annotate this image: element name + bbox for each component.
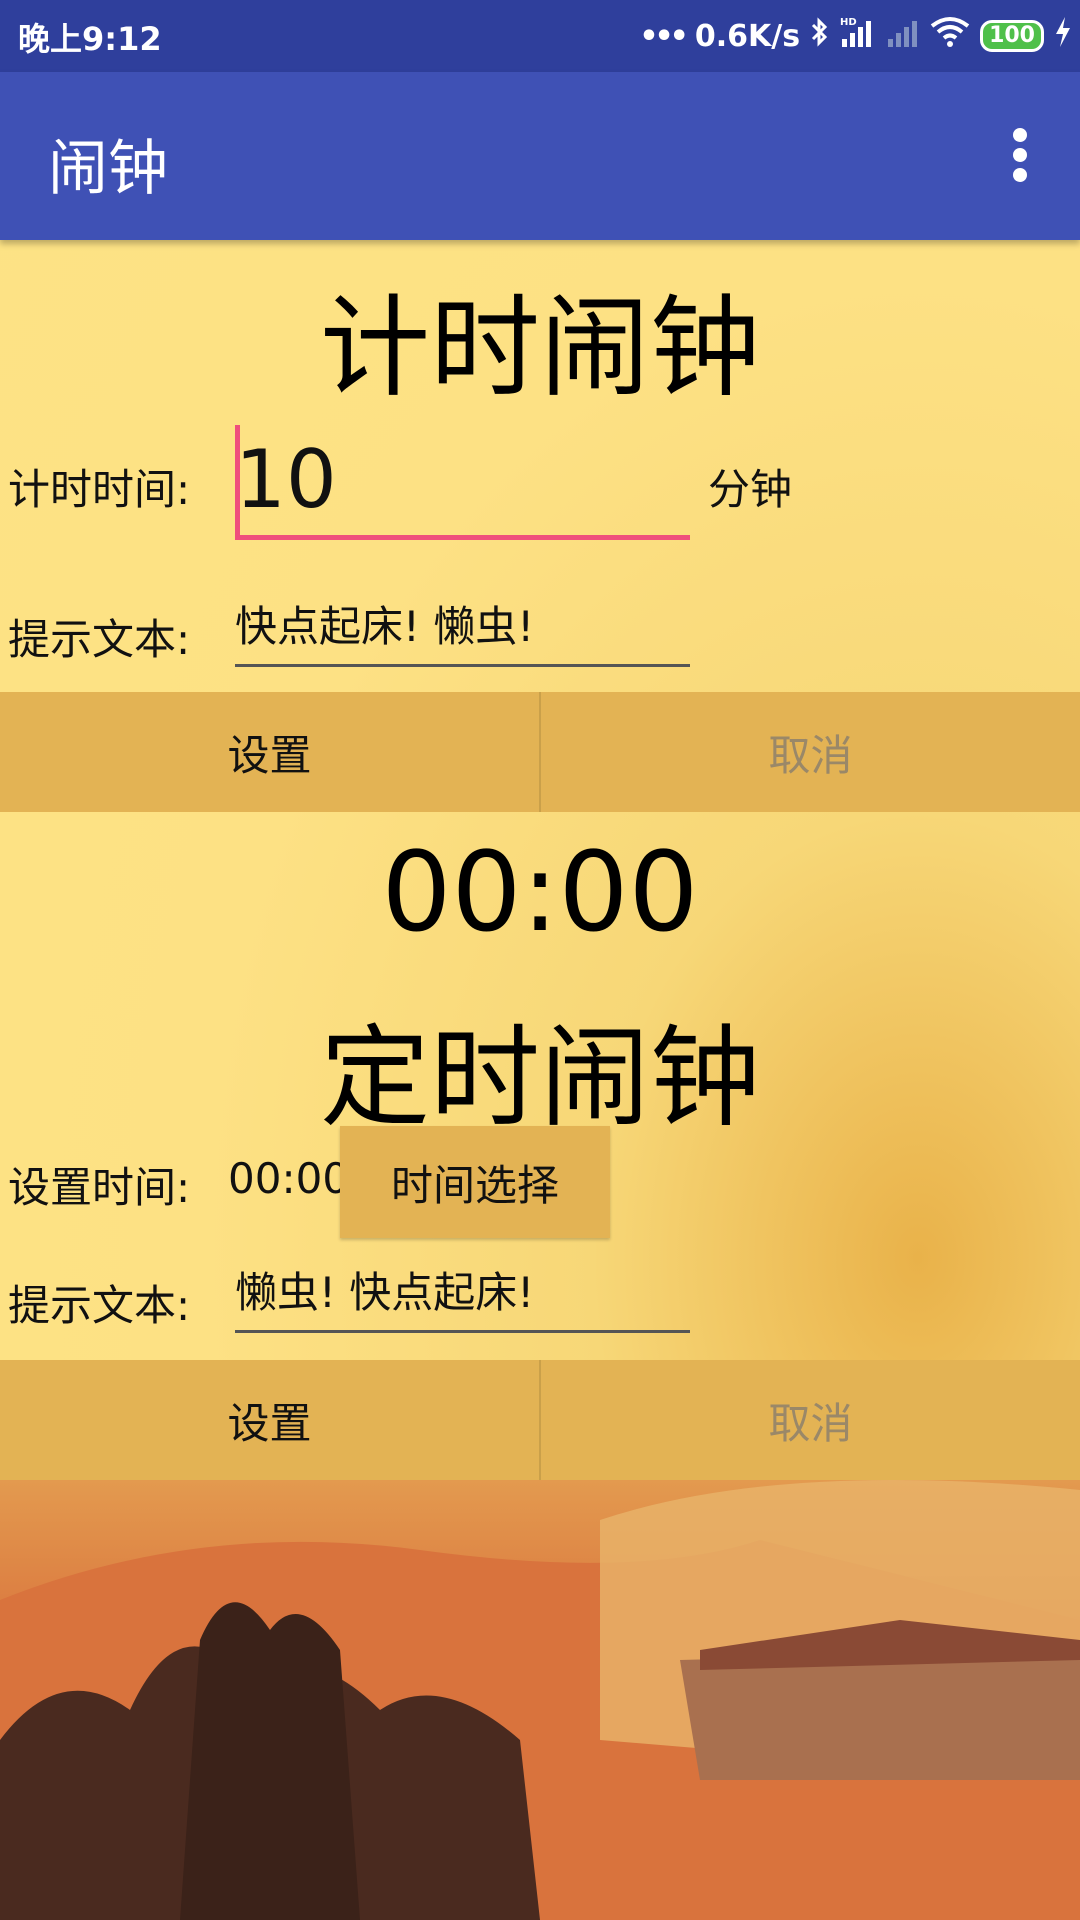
timer-minutes-input[interactable]: 10 <box>235 425 690 540</box>
overflow-dot-icon <box>1013 148 1027 162</box>
alarm-cancel-button[interactable]: 取消 <box>541 1360 1080 1480</box>
timer-text-label: 提示文本: <box>8 615 191 664</box>
timer-cancel-button[interactable]: 取消 <box>541 692 1080 812</box>
timer-section-title: 计时闹钟 <box>320 284 760 412</box>
alarm-text-label: 提示文本: <box>8 1281 191 1330</box>
hd-signal-icon: HD <box>840 15 876 57</box>
status-icons: ••• 0.6K/s HD 100 <box>639 12 1072 60</box>
alarm-time-label: 设置时间: <box>8 1163 191 1212</box>
network-speed: 0.6K/s <box>694 18 801 54</box>
app-bar: 闹钟 <box>0 72 1080 240</box>
timer-minutes-value: 10 <box>235 433 337 526</box>
signal-icon <box>886 15 920 57</box>
charging-icon <box>1054 17 1072 55</box>
timer-set-button[interactable]: 设置 <box>0 692 541 812</box>
alarm-set-button[interactable]: 设置 <box>0 1360 541 1480</box>
time-picker-button[interactable]: 时间选择 <box>340 1126 610 1238</box>
svg-text:HD: HD <box>840 17 857 28</box>
minutes-unit-label: 分钟 <box>708 465 793 514</box>
overflow-dot-icon <box>1013 168 1027 182</box>
more-dots-icon: ••• <box>639 18 688 54</box>
wifi-icon <box>930 16 970 56</box>
timer-message-input[interactable]: 快点起床! 懒虫! <box>235 590 690 667</box>
timer-time-label: 计时时间: <box>8 465 191 514</box>
alarm-message-input[interactable]: 懒虫! 快点起床! <box>235 1256 690 1333</box>
alarm-section-title: 定时闹钟 <box>320 1014 760 1142</box>
overflow-dot-icon <box>1013 128 1027 142</box>
countdown-display: 00:00 <box>381 828 699 956</box>
status-time: 晚上9:12 <box>18 20 162 58</box>
status-bar: 晚上9:12 ••• 0.6K/s HD 100 <box>0 0 1080 72</box>
timer-button-row: 设置 取消 <box>0 692 1080 812</box>
alarm-time-value: 00:00 <box>228 1154 350 1203</box>
app-title: 闹钟 <box>48 134 168 204</box>
bluetooth-icon <box>810 16 830 56</box>
battery-icon: 100 <box>980 20 1044 52</box>
overflow-menu-button[interactable] <box>1000 128 1040 188</box>
alarm-button-row: 设置 取消 <box>0 1360 1080 1480</box>
text-cursor <box>235 425 240 535</box>
